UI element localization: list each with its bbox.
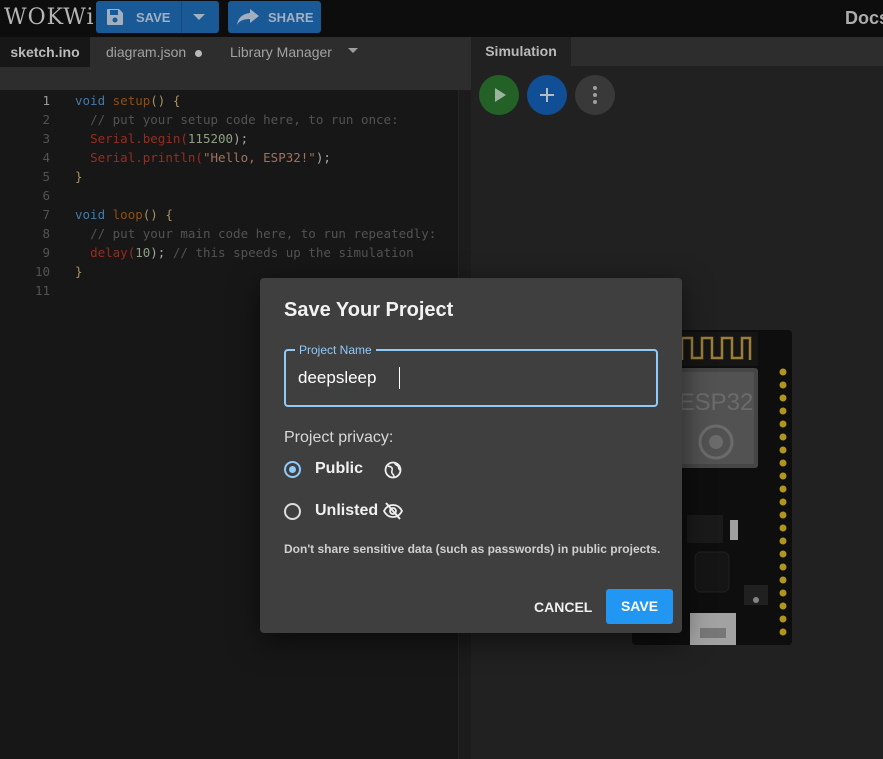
save-project-dialog: Save Your Project Project Name Project p… [260, 278, 682, 633]
eye-off-icon [382, 502, 404, 525]
dialog-save-button[interactable]: SAVE [606, 589, 673, 624]
dialog-title: Save Your Project [284, 299, 454, 321]
privacy-public-radio[interactable] [284, 461, 301, 478]
privacy-unlisted-label[interactable]: Unlisted [315, 502, 378, 520]
project-name-field[interactable]: Project Name [284, 343, 658, 407]
text-cursor [399, 367, 400, 389]
project-name-input[interactable] [298, 367, 638, 389]
project-name-label: Project Name [295, 343, 376, 357]
privacy-label: Project privacy: [284, 429, 394, 446]
cancel-button[interactable]: CANCEL [522, 589, 604, 625]
globe-icon [384, 461, 402, 484]
privacy-public-label[interactable]: Public [315, 460, 363, 478]
privacy-unlisted-radio[interactable] [284, 503, 301, 520]
privacy-hint: Don't share sensitive data (such as pass… [284, 542, 661, 556]
